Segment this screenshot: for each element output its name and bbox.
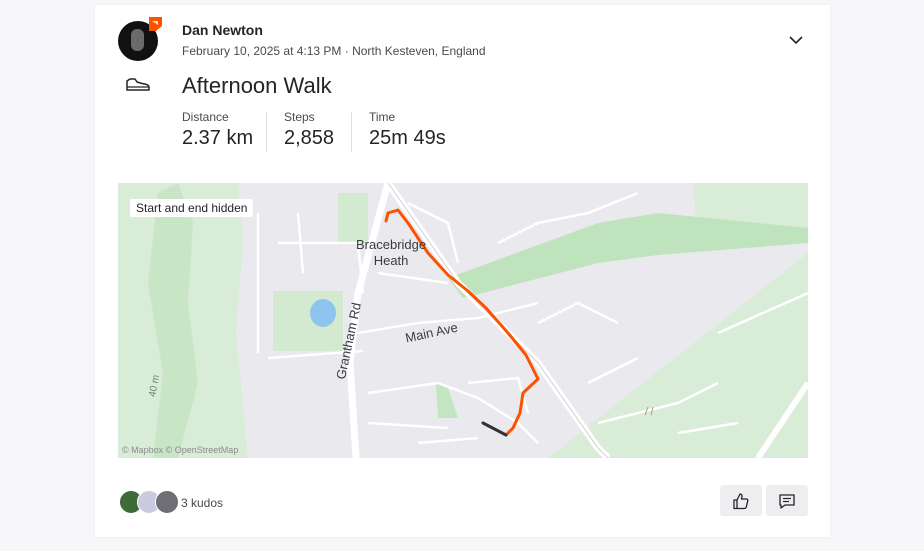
green-strip (448, 213, 808, 298)
thumbs-up-icon (733, 493, 749, 510)
stat-label: Steps (284, 110, 315, 124)
activity-meta: February 10, 2025 at 4:13 PM · North Kes… (182, 44, 486, 58)
stat-distance: Distance 2.37 km (182, 110, 253, 150)
subscriber-badge-icon (149, 17, 162, 31)
kudos-count[interactable]: 3 kudos (181, 496, 223, 510)
shoe-icon (126, 78, 150, 91)
stat-value: 25m 49s (369, 127, 446, 149)
comment-icon (779, 494, 795, 509)
stat-time: Time 25m 49s (369, 110, 446, 150)
comment-button[interactable] (766, 485, 808, 516)
activity-card: Dan Newton February 10, 2025 at 4:13 PM … (95, 5, 830, 537)
map-canvas (118, 183, 808, 458)
avatar-face (131, 29, 144, 51)
stat-value: 2.37 km (182, 127, 254, 149)
privacy-tag: Start and end hidden (130, 199, 254, 217)
kudos-button[interactable] (720, 485, 762, 516)
town-label: Bracebridge Heath (356, 237, 427, 268)
stat-divider (351, 112, 352, 152)
activity-title[interactable]: Afternoon Walk (182, 73, 332, 99)
chevron-down-icon[interactable] (785, 29, 807, 51)
route-map[interactable]: Start and end hidden Bracebridge Heath M… (118, 183, 808, 458)
stat-value: 2,858 (284, 127, 335, 149)
athlete-name[interactable]: Dan Newton (182, 22, 263, 38)
kudos-avatar[interactable] (155, 490, 179, 514)
pond (310, 299, 336, 327)
stat-label: Distance (182, 110, 229, 124)
route-end-segment (481, 421, 508, 437)
stat-divider (266, 112, 267, 152)
map-attribution[interactable]: © Mapbox © OpenStreetMap (122, 445, 238, 455)
stat-label: Time (369, 110, 396, 124)
green-area (338, 193, 368, 243)
stat-steps: Steps 2,858 (284, 110, 334, 150)
